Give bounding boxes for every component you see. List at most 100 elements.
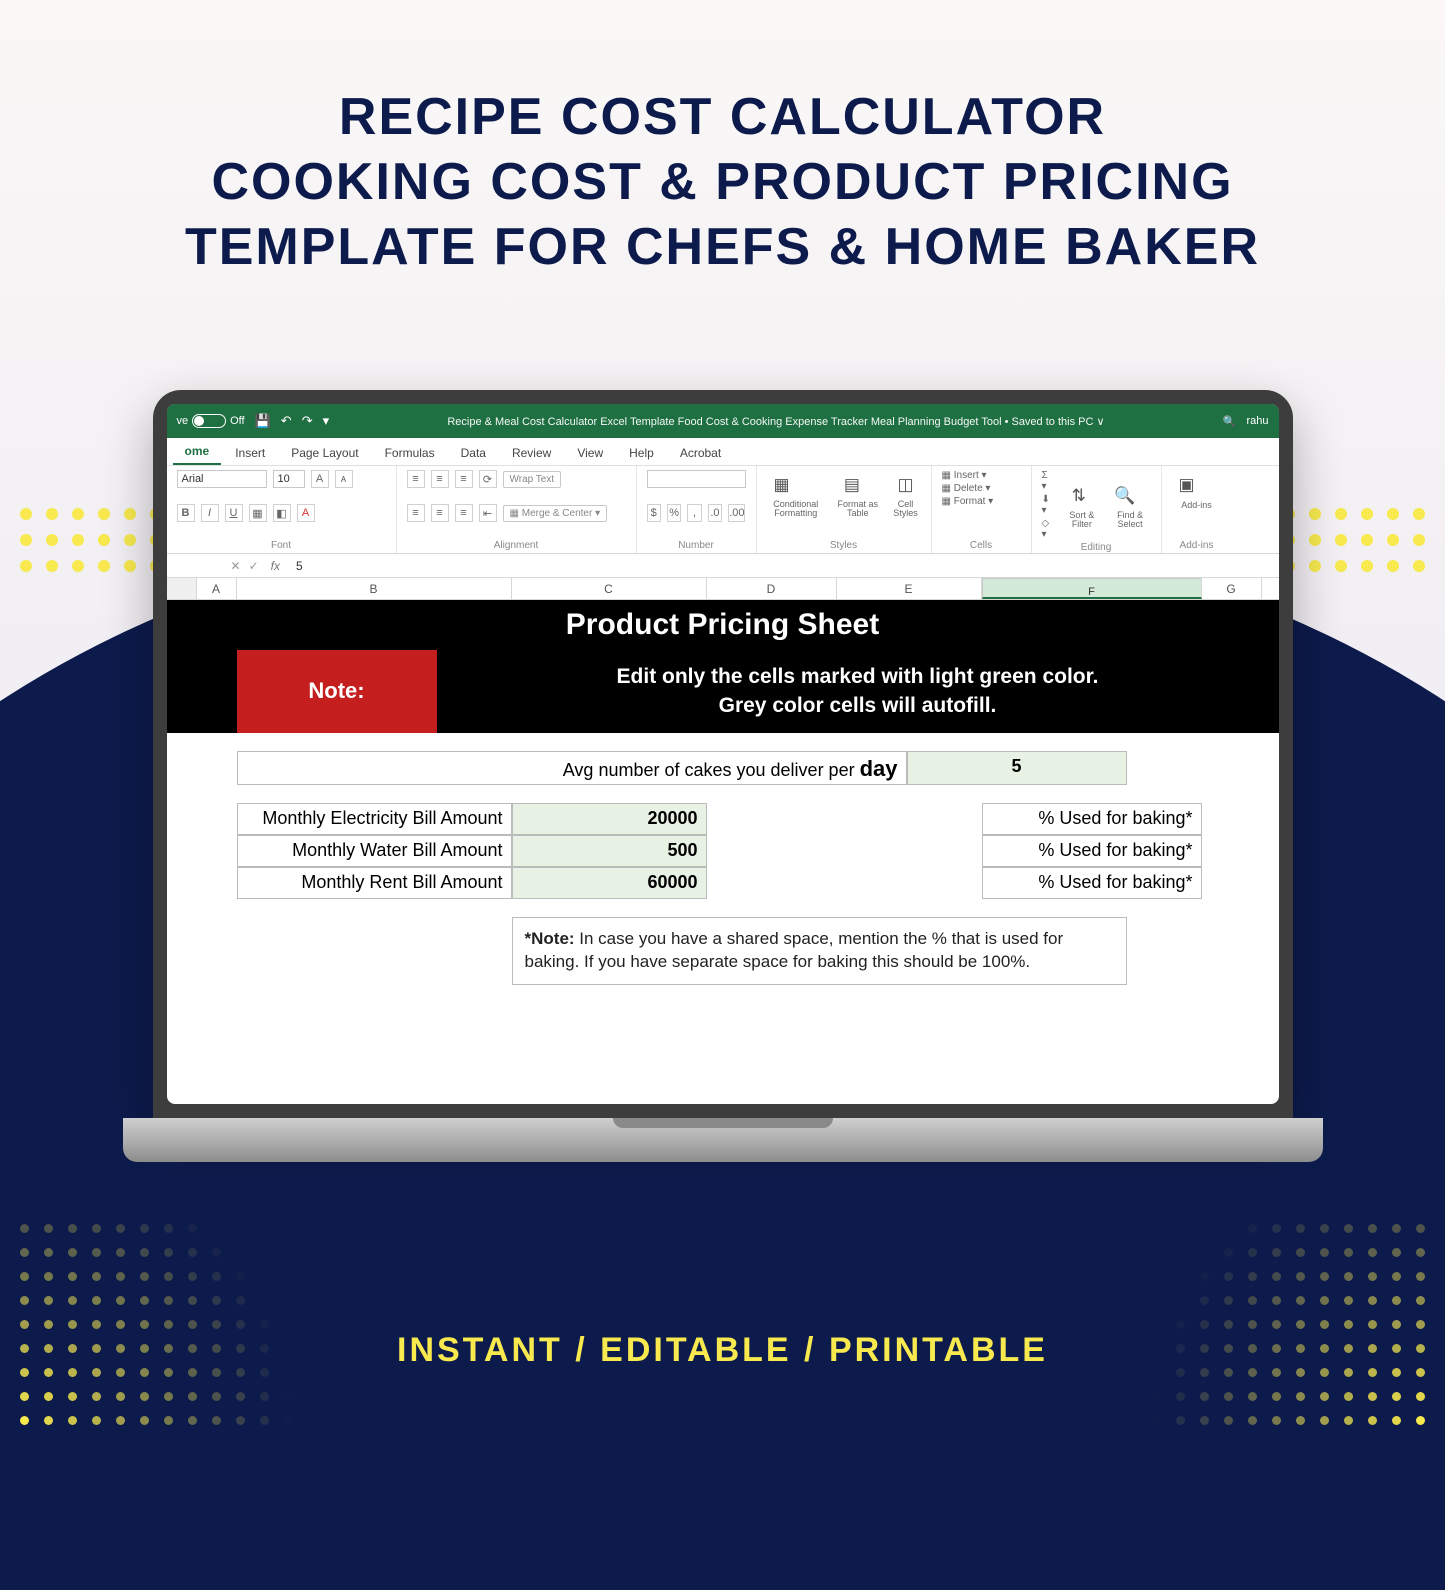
group-label: Add-ins (1172, 538, 1222, 551)
user-label: rahu (1246, 415, 1268, 427)
footnote-cell[interactable]: *Note: In case you have a shared space, … (512, 917, 1127, 985)
table-row: Monthly Water Bill Amount 500 % Used for… (167, 835, 1279, 867)
ribbon-group-number: $ % , .0 .00 Number (637, 466, 757, 553)
sheet-title: Product Pricing Sheet (167, 600, 1279, 650)
footnote-row: *Note: In case you have a shared space, … (167, 917, 1279, 985)
addins-button[interactable]: ▣Add-ins (1172, 470, 1222, 510)
row-pct-label[interactable]: % Used for baking* (982, 867, 1202, 899)
column-headers: A B C D E F G (167, 578, 1279, 600)
font-name-select[interactable]: Arial (177, 470, 267, 488)
font-size-select[interactable]: 10 (273, 470, 305, 488)
number-format-select[interactable] (647, 470, 746, 488)
avg-row: Avg number of cakes you deliver per day … (167, 751, 1279, 785)
align-top-icon[interactable]: ≡ (407, 470, 425, 488)
col-header-b[interactable]: B (237, 578, 512, 599)
currency-icon[interactable]: $ (647, 504, 661, 522)
select-all-corner[interactable] (167, 578, 197, 599)
clear-button[interactable]: ◇ ▾ (1042, 518, 1054, 540)
align-left-icon[interactable]: ≡ (407, 504, 425, 522)
document-title: Recipe & Meal Cost Calculator Excel Temp… (339, 415, 1213, 428)
row-label[interactable]: Monthly Water Bill Amount (237, 835, 512, 867)
enter-icon[interactable]: ✓ (245, 559, 263, 573)
row-value[interactable]: 500 (512, 835, 707, 867)
tab-help[interactable]: Help (617, 441, 666, 465)
cancel-icon[interactable]: ✕ (227, 559, 245, 573)
avg-value-cell[interactable]: 5 (907, 751, 1127, 785)
tab-insert[interactable]: Insert (223, 441, 277, 465)
col-header-g[interactable]: G (1202, 578, 1262, 599)
italic-button[interactable]: I (201, 504, 219, 522)
search-icon[interactable]: 🔍 (1223, 415, 1237, 428)
col-header-a[interactable]: A (197, 578, 237, 599)
row-pct-label[interactable]: % Used for baking* (982, 835, 1202, 867)
qat-dropdown-icon[interactable]: ▾ (323, 413, 330, 429)
row-pct-label[interactable]: % Used for baking* (982, 803, 1202, 835)
table-row: Monthly Electricity Bill Amount 20000 % … (167, 803, 1279, 835)
format-cells-button[interactable]: ▦ Format ▾ (942, 496, 994, 507)
col-header-c[interactable]: C (512, 578, 707, 599)
insert-cells-button[interactable]: ▦ Insert ▾ (942, 470, 987, 481)
autosave-toggle[interactable]: ve Off (177, 414, 245, 428)
note-line1: Edit only the cells marked with light gr… (467, 662, 1249, 691)
indent-icon[interactable]: ⇤ (479, 504, 497, 522)
underline-button[interactable]: U (225, 504, 243, 522)
autosave-label: ve (177, 415, 189, 427)
avg-label-cell[interactable]: Avg number of cakes you deliver per day (237, 751, 907, 785)
bold-button[interactable]: B (177, 504, 195, 522)
orientation-icon[interactable]: ⟳ (479, 470, 497, 488)
sort-filter-button[interactable]: ⇅Sort & Filter (1064, 481, 1100, 529)
headline-line2: COOKING COST & PRODUCT PRICING (0, 150, 1445, 215)
increase-decimal-icon[interactable]: .0 (708, 504, 722, 522)
tab-acrobat[interactable]: Acrobat (668, 441, 733, 465)
align-center-icon[interactable]: ≡ (431, 504, 449, 522)
ribbon-group-editing: Σ ▾ ⬇ ▾ ◇ ▾ ⇅Sort & Filter 🔍Find & Selec… (1032, 466, 1162, 553)
conditional-formatting-button[interactable]: ▦Conditional Formatting (767, 470, 825, 518)
titlebar: ve Off 💾 ↶ ↷ ▾ Recipe & Meal Cost Calcul… (167, 404, 1279, 438)
percent-icon[interactable]: % (667, 504, 681, 522)
decrease-decimal-icon[interactable]: .00 (728, 504, 745, 522)
decrease-font-icon[interactable]: ᴀ (335, 470, 353, 488)
redo-icon[interactable]: ↷ (302, 413, 313, 429)
worksheet[interactable]: Product Pricing Sheet Note: Edit only th… (167, 600, 1279, 985)
align-bottom-icon[interactable]: ≡ (455, 470, 473, 488)
group-label: Editing (1042, 540, 1151, 553)
merge-center-button[interactable]: ▦ Merge & Center ▾ (503, 505, 608, 522)
increase-font-icon[interactable]: A (311, 470, 329, 488)
tab-formulas[interactable]: Formulas (373, 441, 447, 465)
autosum-button[interactable]: Σ ▾ (1042, 470, 1054, 492)
fill-button[interactable]: ⬇ ▾ (1042, 494, 1054, 516)
laptop-base (123, 1118, 1323, 1162)
wrap-text-button[interactable]: Wrap Text (503, 471, 562, 488)
headline-line3: TEMPLATE FOR CHEFS & HOME BAKER (0, 215, 1445, 280)
tab-review[interactable]: Review (500, 441, 563, 465)
undo-icon[interactable]: ↶ (281, 413, 292, 429)
col-header-f[interactable]: F (982, 578, 1202, 599)
align-middle-icon[interactable]: ≡ (431, 470, 449, 488)
col-header-e[interactable]: E (837, 578, 982, 599)
delete-cells-button[interactable]: ▦ Delete ▾ (942, 483, 991, 494)
ribbon-group-alignment: ≡ ≡ ≡ ⟳ Wrap Text ≡ ≡ ≡ ⇤ ▦ Merge & Cent… (397, 466, 637, 553)
tab-page-layout[interactable]: Page Layout (279, 441, 370, 465)
border-button[interactable]: ▦ (249, 504, 267, 522)
save-icon[interactable]: 💾 (255, 413, 271, 429)
fx-icon[interactable]: fx (263, 559, 288, 573)
row-value[interactable]: 20000 (512, 803, 707, 835)
font-color-button[interactable]: A (297, 504, 315, 522)
fill-color-button[interactable]: ◧ (273, 504, 291, 522)
promo-headline: RECIPE COST CALCULATOR COOKING COST & PR… (0, 85, 1445, 280)
cell-styles-button[interactable]: ◫Cell Styles (891, 470, 921, 518)
col-header-d[interactable]: D (707, 578, 837, 599)
tab-data[interactable]: Data (449, 441, 498, 465)
row-label[interactable]: Monthly Electricity Bill Amount (237, 803, 512, 835)
tab-view[interactable]: View (565, 441, 615, 465)
format-as-table-button[interactable]: ▤Format as Table (837, 470, 879, 518)
find-select-button[interactable]: 🔍Find & Select (1110, 481, 1151, 529)
row-label[interactable]: Monthly Rent Bill Amount (237, 867, 512, 899)
tab-home[interactable]: ome (173, 439, 222, 465)
align-right-icon[interactable]: ≡ (455, 504, 473, 522)
row-value[interactable]: 60000 (512, 867, 707, 899)
formula-input[interactable]: 5 (288, 559, 311, 573)
comma-icon[interactable]: , (687, 504, 701, 522)
note-line2: Grey color cells will autofill. (467, 691, 1249, 720)
autosave-state: Off (230, 415, 244, 427)
